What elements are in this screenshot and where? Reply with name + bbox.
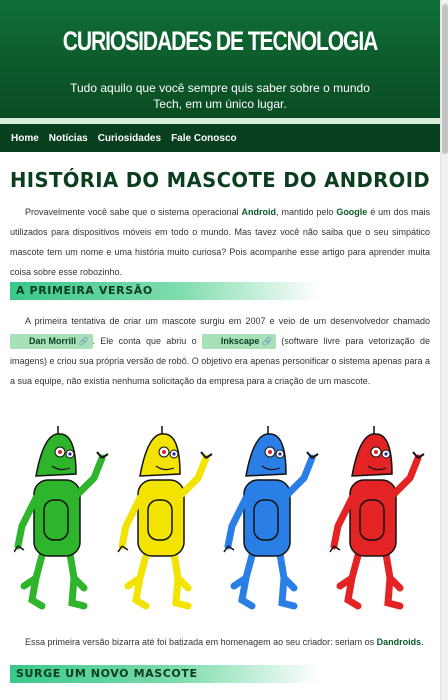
main-nav: Home Notícias Curiosidades Fale Conosco [0,124,440,152]
section1-text-2: . Ele conta que abriu o [92,336,202,346]
dandroids-image [14,420,432,610]
dan-morrill-label: Dan Morrill [29,336,77,346]
yellow-robot [118,426,212,606]
google-highlight: Google [336,207,368,217]
section1-text-1: A primeira tentativa de criar um mascote… [25,316,430,326]
intro-text-3: é um dos mais utilizados para dispositiv… [10,207,430,277]
site-tagline: Tudo aquilo que você sempre quis saber s… [70,81,370,111]
nav-item-home[interactable]: Home [11,133,39,144]
section-heading-primeira-versao: A primeira versão [10,282,320,300]
caption-text-2: . [421,637,424,647]
intro-paragraph: Provavelmente você sabe que o sistema op… [10,202,430,282]
nav-item-noticias[interactable]: Notícias [49,133,88,144]
external-link-icon: 🔗 [261,337,272,346]
green-robot [14,426,108,606]
red-robot [330,426,424,606]
intro-text-1: Provavelmente você sabe que o sistema op… [25,207,242,217]
caption-text-1: Essa primeira versão bizarra até foi bat… [25,637,377,647]
robots-caption: Essa primeira versão bizarra até foi bat… [10,632,430,652]
article-title: História do mascote do Android [10,168,431,192]
intro-text-2: , mantido pelo [276,207,337,217]
nav-item-curiosidades[interactable]: Curiosidades [98,133,161,144]
blue-robot [224,426,318,606]
site-header: CURIOSIDADES DE TECNOLOGIA Tudo aquilo q… [0,0,440,124]
site-title[interactable]: CURIOSIDADES DE TECNOLOGIA [48,26,391,57]
dan-morrill-link[interactable]: Dan Morrill 🔗 [10,334,93,349]
android-highlight: Android [241,207,277,217]
section1-paragraph: A primeira tentativa de criar um mascote… [10,311,430,391]
external-link-icon: 🔗 [78,337,89,346]
dandroids-highlight: Dandroids [376,637,422,647]
inkscape-label: Inkscape [220,336,260,346]
inkscape-link[interactable]: Inkscape 🔗 [201,334,276,349]
scrollbar-thumb[interactable] [442,4,448,154]
page-scrollbar[interactable] [440,0,448,700]
nav-item-fale-conosco[interactable]: Fale Conosco [171,133,237,144]
section-heading-novo-mascote: Surge um novo mascote [10,665,320,683]
